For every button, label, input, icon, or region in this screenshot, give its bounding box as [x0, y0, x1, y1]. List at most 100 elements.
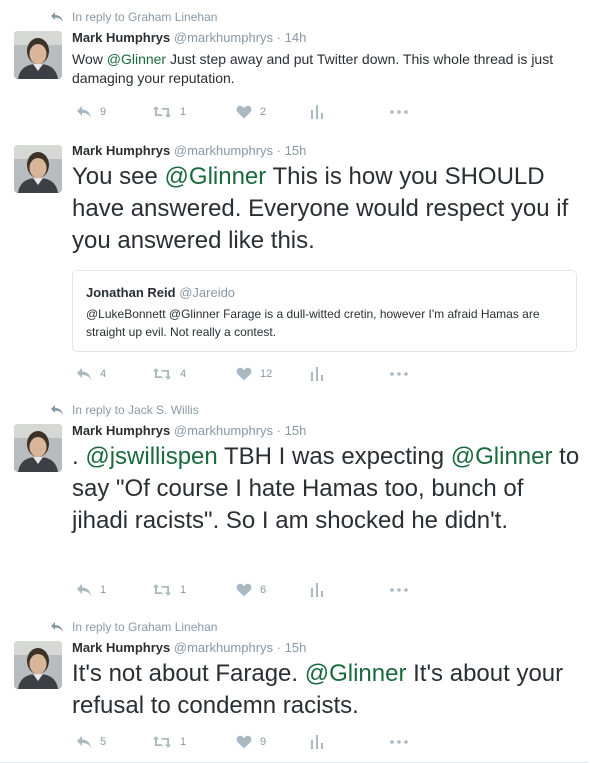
- avatar[interactable]: [14, 424, 62, 472]
- like-count: 2: [260, 106, 267, 118]
- more-button[interactable]: [390, 110, 408, 114]
- reply-button[interactable]: 9: [76, 105, 152, 119]
- tweet-actions: 5 1 9: [76, 735, 408, 749]
- separator: ·: [276, 423, 282, 438]
- text-segment: TBH I was expecting: [217, 443, 451, 470]
- more-button[interactable]: [390, 372, 408, 376]
- separator: ·: [276, 30, 282, 45]
- heart-icon: [236, 105, 252, 119]
- reply-context-label: In reply to Graham Linehan: [72, 10, 218, 24]
- heart-icon: [236, 367, 252, 381]
- author-name[interactable]: Mark Humphrys: [72, 423, 170, 438]
- analytics-button[interactable]: [311, 105, 390, 119]
- tweet-1[interactable]: In reply to Graham Linehan Mark Humphrys…: [0, 0, 588, 132]
- reply-context[interactable]: In reply to Graham Linehan: [50, 620, 217, 634]
- like-button[interactable]: 12: [236, 367, 311, 381]
- text-segment: .: [72, 443, 86, 470]
- retweet-icon: [152, 735, 172, 749]
- more-icon: [390, 372, 408, 376]
- reply-icon: [76, 583, 92, 597]
- analytics-button[interactable]: [311, 367, 390, 381]
- author-handle[interactable]: @markhumphrys: [174, 423, 273, 438]
- quoted-tweet-header: Jonathan Reid @Jareido: [86, 285, 235, 300]
- more-button[interactable]: [390, 588, 408, 592]
- tweet-header: Mark Humphrys @markhumphrys · 14h: [72, 30, 306, 45]
- quoted-author-name: Jonathan Reid: [86, 285, 176, 300]
- reply-button[interactable]: 4: [76, 367, 152, 381]
- retweet-button[interactable]: 4: [152, 367, 236, 381]
- heart-icon: [236, 583, 252, 597]
- reply-count: 9: [100, 106, 107, 118]
- like-button[interactable]: 6: [236, 583, 311, 597]
- reply-count: 5: [100, 736, 107, 748]
- author-name[interactable]: Mark Humphrys: [72, 143, 170, 158]
- more-icon: [390, 740, 408, 744]
- tweet-text: . @jswillispen TBH I was expecting @Glin…: [72, 441, 580, 537]
- avatar[interactable]: [14, 145, 62, 193]
- tweet-text: It's not about Farage. @Glinner It's abo…: [72, 658, 580, 722]
- tweet-text: Wow @Glinner Just step away and put Twit…: [72, 50, 580, 88]
- more-icon: [390, 110, 408, 114]
- tweet-4[interactable]: In reply to Graham Linehan Mark Humphrys…: [0, 608, 588, 763]
- tweet-3[interactable]: In reply to Jack S. Willis Mark Humphrys…: [0, 389, 588, 609]
- reply-button[interactable]: 5: [76, 735, 152, 749]
- reply-context-label: In reply to Graham Linehan: [72, 620, 218, 634]
- author-name[interactable]: Mark Humphrys: [72, 30, 170, 45]
- reply-context-icon: [50, 404, 64, 416]
- timestamp[interactable]: 15h: [285, 143, 307, 158]
- retweet-icon: [152, 105, 172, 119]
- analytics-button[interactable]: [311, 583, 390, 597]
- tweet-2[interactable]: Mark Humphrys @markhumphrys · 15h You se…: [0, 131, 588, 390]
- reply-context-icon: [50, 621, 64, 633]
- author-handle[interactable]: @markhumphrys: [174, 640, 273, 655]
- analytics-button[interactable]: [311, 735, 390, 749]
- tweet-text: You see @Glinner This is how you SHOULD …: [72, 161, 580, 257]
- mention-link[interactable]: @Glinner: [107, 51, 166, 67]
- analytics-icon: [311, 367, 323, 381]
- reply-button[interactable]: 1: [76, 583, 152, 597]
- more-button[interactable]: [390, 740, 408, 744]
- mention-link[interactable]: @Glinner: [165, 163, 267, 190]
- retweet-button[interactable]: 1: [152, 735, 236, 749]
- like-count: 6: [260, 584, 267, 596]
- tweet-header: Mark Humphrys @markhumphrys · 15h: [72, 640, 306, 655]
- avatar[interactable]: [14, 31, 62, 79]
- retweet-count: 1: [180, 584, 187, 596]
- reply-count: 1: [100, 584, 107, 596]
- retweet-count: 1: [180, 736, 187, 748]
- like-button[interactable]: 2: [236, 105, 311, 119]
- reply-context-icon: [50, 11, 64, 23]
- reply-icon: [76, 105, 92, 119]
- quoted-tweet-text: @LukeBonnett @Glinner Farage is a dull-w…: [86, 307, 540, 339]
- mention-link[interactable]: @Glinner: [451, 443, 553, 470]
- author-name[interactable]: Mark Humphrys: [72, 640, 170, 655]
- retweet-icon: [152, 367, 172, 381]
- retweet-count: 4: [180, 368, 187, 380]
- tweet-actions: 9 1 2: [76, 105, 408, 119]
- like-count: 9: [260, 736, 267, 748]
- author-handle[interactable]: @markhumphrys: [174, 143, 273, 158]
- retweet-count: 1: [180, 106, 187, 118]
- reply-context[interactable]: In reply to Jack S. Willis: [50, 403, 199, 417]
- reply-count: 4: [100, 368, 107, 380]
- text-segment: Wow: [72, 51, 107, 67]
- timestamp[interactable]: 15h: [285, 640, 307, 655]
- timestamp[interactable]: 14h: [285, 30, 307, 45]
- retweet-button[interactable]: 1: [152, 583, 236, 597]
- reply-icon: [76, 735, 92, 749]
- tweet-header: Mark Humphrys @markhumphrys · 15h: [72, 423, 306, 438]
- text-segment: It's not about Farage.: [72, 660, 305, 687]
- mention-link[interactable]: @jswillispen: [85, 443, 217, 470]
- retweet-button[interactable]: 1: [152, 105, 236, 119]
- like-count: 12: [260, 368, 273, 380]
- avatar[interactable]: [14, 641, 62, 689]
- reply-context[interactable]: In reply to Graham Linehan: [50, 10, 217, 24]
- analytics-icon: [311, 583, 323, 597]
- like-button[interactable]: 9: [236, 735, 311, 749]
- quoted-tweet[interactable]: Jonathan Reid @Jareido @LukeBonnett @Gli…: [72, 270, 577, 352]
- analytics-icon: [311, 105, 323, 119]
- heart-icon: [236, 735, 252, 749]
- timestamp[interactable]: 15h: [285, 423, 307, 438]
- author-handle[interactable]: @markhumphrys: [174, 30, 273, 45]
- mention-link[interactable]: @Glinner: [305, 660, 407, 687]
